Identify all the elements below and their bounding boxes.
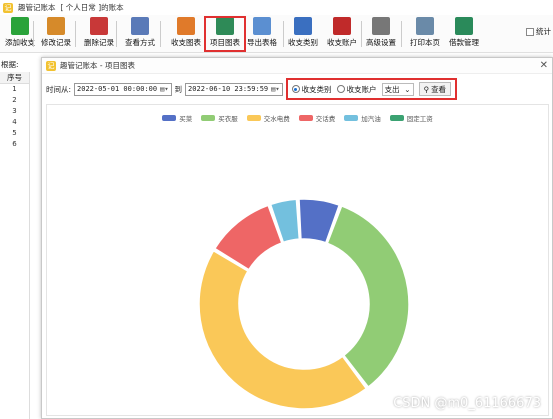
toolbar-edit-label: 修改记录 xyxy=(41,38,71,47)
toolbar-delete-label: 删除记录 xyxy=(84,38,114,47)
toolbar-category-label: 收支类别 xyxy=(288,38,318,47)
checkbox-icon xyxy=(526,27,534,36)
pencil-icon xyxy=(47,17,65,35)
radio-unchecked-icon xyxy=(336,85,345,93)
watermark: CSDN @m0_61166673 xyxy=(393,396,541,411)
toolbar-separator xyxy=(401,21,402,47)
table-row[interactable]: 5 xyxy=(0,128,29,139)
app-logo-icon: 记 xyxy=(3,2,13,13)
from-datetime-value: 2022-05-01 00:00:00 xyxy=(77,84,158,93)
toolbar-category-button[interactable]: 收支类别 xyxy=(283,17,323,51)
gear-icon xyxy=(372,17,390,35)
highlighted-options: 收支类别 收支账户 支出 ⌄ ⚲ 查看 xyxy=(285,78,458,100)
from-datetime-input[interactable]: 2022-05-01 00:00:00 ▤▾ xyxy=(74,82,172,96)
plus-icon xyxy=(11,17,29,35)
toolbar-view-button[interactable]: 查看方式 xyxy=(120,17,160,51)
toolbar-account-label: 收支账户 xyxy=(327,38,357,47)
project-chart-dialog: 记 趣管记账本 - 项目图表 ✕ 时间从: 2022-05-01 00:00:0… xyxy=(41,57,553,419)
chevron-down-icon: ⌄ xyxy=(404,84,411,94)
toolbar-add-label: 添加收支 xyxy=(5,38,35,47)
toolbar-separator xyxy=(116,21,117,47)
toolbar-print-label: 打印本页 xyxy=(410,38,440,47)
network-icon xyxy=(455,17,473,35)
column-header-index: 序号 xyxy=(0,72,29,84)
toolbar-add-button[interactable]: 添加收支 xyxy=(0,17,40,51)
view-button-label: 查看 xyxy=(431,84,447,94)
radio-account-label: 收支账户 xyxy=(346,84,377,94)
table-row[interactable]: 3 xyxy=(0,106,29,117)
toolbar-export-label: 导出表格 xyxy=(247,38,277,47)
view-icon xyxy=(131,17,149,35)
window-title: 趣管记账本 xyxy=(18,3,56,12)
table-row[interactable]: 4 xyxy=(0,117,29,128)
title-bar: 记 趣管记账本 [ 个人日常 ]的账本 xyxy=(0,0,553,15)
table-row[interactable]: 2 xyxy=(0,95,29,106)
toolbar-budget-button[interactable]: 借款管理 xyxy=(444,17,484,51)
record-table: 序号 123456 xyxy=(0,72,30,419)
dialog-title-bar: 记 趣管记账本 - 项目图表 xyxy=(42,58,552,74)
toolbar-delete-button[interactable]: 删除记录 xyxy=(79,17,119,51)
toolbar-view-label: 查看方式 xyxy=(125,38,155,47)
printer-icon xyxy=(416,17,434,35)
toolbar-separator xyxy=(160,21,161,47)
toolbar-print-button[interactable]: 打印本页 xyxy=(405,17,445,51)
toolbar-separator xyxy=(361,21,362,47)
close-icon[interactable]: ✕ xyxy=(540,60,548,71)
export-icon xyxy=(253,17,271,35)
toolbar-separator xyxy=(283,21,284,47)
toolbar-account-button[interactable]: 收支账户 xyxy=(322,17,362,51)
category-icon xyxy=(294,17,312,35)
toolbar-edit-button[interactable]: 修改记录 xyxy=(36,17,76,51)
donut-slice-2[interactable] xyxy=(198,250,367,410)
donut-chart xyxy=(198,198,410,410)
dialog-title: 趣管记账本 - 项目图表 xyxy=(60,61,135,70)
view-button[interactable]: ⚲ 查看 xyxy=(418,82,452,96)
to-label: 到 xyxy=(174,84,183,94)
filter-bar: 时间从: 2022-05-01 00:00:00 ▤▾ 到 2022-06-10… xyxy=(46,78,549,100)
toolbar-chart-button[interactable]: 收支图表 xyxy=(166,17,206,51)
toolbar-separator xyxy=(33,21,34,47)
filter-label: 根据: xyxy=(1,60,19,69)
toolbar-project_chart-button[interactable]: 项目图表 xyxy=(204,16,246,52)
calendar-dropdown-icon[interactable]: ▤▾ xyxy=(160,84,168,95)
window-subtitle: [ 个人日常 ]的账本 xyxy=(60,3,124,12)
radio-checked-icon xyxy=(291,85,300,93)
toolbar: 添加收支 修改记录 删除记录 查看方式 收支图表 项目图表 导出表格 收支类别 收支账户 高级设置… xyxy=(0,15,553,53)
stat-label: 统计 xyxy=(536,27,551,36)
radio-category-label: 收支类别 xyxy=(301,84,332,94)
to-datetime-value: 2022-06-10 23:59:59 xyxy=(188,84,269,93)
toolbar-project_chart-label: 项目图表 xyxy=(210,38,240,47)
to-datetime-input[interactable]: 2022-06-10 23:59:59 ▤▾ xyxy=(185,82,283,96)
search-icon: ⚲ xyxy=(423,84,430,94)
toolbar-export-button[interactable]: 导出表格 xyxy=(242,17,282,51)
toolbar-advanced-label: 高级设置 xyxy=(366,38,396,47)
delete-icon xyxy=(90,17,108,35)
radio-account[interactable]: 收支账户 xyxy=(336,84,377,95)
calendar-dropdown-icon[interactable]: ▤▾ xyxy=(271,84,279,95)
stat-checkbox[interactable]: 统计 xyxy=(526,26,551,37)
table-row[interactable]: 1 xyxy=(0,84,29,95)
toolbar-budget-label: 借款管理 xyxy=(449,38,479,47)
toolbar-separator xyxy=(75,21,76,47)
type-select-value: 支出 xyxy=(384,84,400,94)
project-chart-icon xyxy=(216,17,234,35)
bar-chart-icon xyxy=(177,17,195,35)
book-icon xyxy=(333,17,351,35)
toolbar-advanced-button[interactable]: 高级设置 xyxy=(361,17,401,51)
toolbar-chart-label: 收支图表 xyxy=(171,38,201,47)
dialog-logo-icon: 记 xyxy=(46,60,56,71)
table-row[interactable]: 6 xyxy=(0,139,29,150)
type-select[interactable]: 支出 ⌄ xyxy=(381,82,414,96)
radio-category[interactable]: 收支类别 xyxy=(291,84,332,95)
chart-area: 买菜 买衣服 交水电费 交话费 加汽油 固定工资 xyxy=(46,104,549,416)
from-label: 时间从: xyxy=(46,84,72,94)
